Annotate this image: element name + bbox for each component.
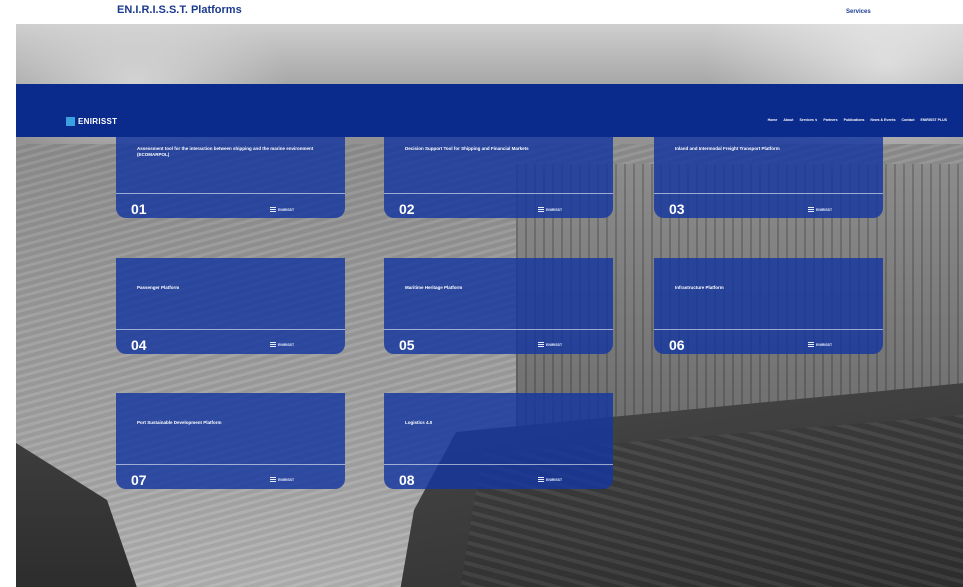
card-divider xyxy=(654,329,883,330)
nav-menu: Home About Services ∨ Partners Publicati… xyxy=(768,118,947,122)
top-bar: EN.I.R.I.S.S.T. Platforms Services xyxy=(0,0,963,24)
platform-card-05[interactable]: Maritime Heritage Platform 05 ENIRISST xyxy=(384,258,613,354)
brand-name: ENIRISST xyxy=(78,116,118,126)
platform-card-03[interactable]: Inland and Intermodal Freight Transport … xyxy=(654,137,883,218)
card-title: Port Sustainable Development Platform xyxy=(137,420,222,425)
card-logo: ENIRISST xyxy=(808,342,832,347)
page-title: EN.I.R.I.S.S.T. Platforms xyxy=(117,4,242,16)
card-number: 06 xyxy=(669,337,685,353)
card-logo-text: ENIRISST xyxy=(546,342,563,347)
card-logo: ENIRISST xyxy=(808,207,832,212)
platform-card-01[interactable]: Assessment tool for the interaction betw… xyxy=(116,137,345,218)
enirisst-mark-icon xyxy=(270,477,276,482)
enirisst-mark-icon xyxy=(538,342,544,347)
card-number: 02 xyxy=(399,201,415,217)
card-logo-text: ENIRISST xyxy=(278,342,295,347)
card-title: Infrastructure Platform xyxy=(675,285,724,290)
card-title: Logistics 4.0 xyxy=(405,420,433,425)
card-title: Assessment tool for the interaction betw… xyxy=(137,146,314,157)
enirisst-mark-icon xyxy=(538,477,544,482)
services-link[interactable]: Services xyxy=(846,9,871,15)
brand-logo[interactable]: ENIRISST xyxy=(66,116,117,126)
card-divider xyxy=(116,329,345,330)
card-divider xyxy=(384,193,613,194)
platform-card-08[interactable]: Logistics 4.0 08 ENIRISST xyxy=(384,393,613,489)
main-navbar: ENIRISST Home About Services ∨ Partners … xyxy=(16,84,963,137)
card-logo: ENIRISST xyxy=(538,342,562,347)
card-number: 05 xyxy=(399,337,415,353)
nav-services[interactable]: Services ∨ xyxy=(799,118,817,122)
platform-card-06[interactable]: Infrastructure Platform 06 ENIRISST xyxy=(654,258,883,354)
card-logo-text: ENIRISST xyxy=(278,477,295,482)
card-title: Maritime Heritage Platform xyxy=(405,285,463,290)
brand-square-icon xyxy=(66,116,75,126)
nav-contact[interactable]: Contact xyxy=(902,118,915,122)
card-logo-text: ENIRISST xyxy=(816,207,833,212)
card-divider xyxy=(384,464,613,465)
card-logo-text: ENIRISST xyxy=(816,342,833,347)
card-title: Passenger Platform xyxy=(137,285,180,290)
card-number: 04 xyxy=(131,337,147,353)
card-divider xyxy=(654,193,883,194)
card-number: 03 xyxy=(669,201,685,217)
card-logo: ENIRISST xyxy=(270,477,294,482)
platform-card-07[interactable]: Port Sustainable Development Platform 07… xyxy=(116,393,345,489)
nav-publications[interactable]: Publications xyxy=(844,118,865,122)
card-title: Inland and Intermodal Freight Transport … xyxy=(675,146,780,151)
card-number: 08 xyxy=(399,472,415,488)
card-number: 01 xyxy=(131,201,147,217)
card-logo: ENIRISST xyxy=(538,477,562,482)
card-divider xyxy=(384,329,613,330)
nav-news-events[interactable]: News & Events xyxy=(870,118,895,122)
card-logo-text: ENIRISST xyxy=(546,207,563,212)
card-logo: ENIRISST xyxy=(538,207,562,212)
card-logo: ENIRISST xyxy=(270,342,294,347)
nav-about[interactable]: About xyxy=(783,118,793,122)
card-number: 07 xyxy=(131,472,147,488)
platform-card-02[interactable]: Decision Support Tool for Shipping and F… xyxy=(384,137,613,218)
nav-home[interactable]: Home xyxy=(768,118,778,122)
enirisst-mark-icon xyxy=(270,207,276,212)
card-title: Decision Support Tool for Shipping and F… xyxy=(405,146,529,151)
card-logo-text: ENIRISST xyxy=(546,477,563,482)
enirisst-mark-icon xyxy=(808,342,814,347)
nav-enirisst-plus[interactable]: ENIRISST PLUS xyxy=(921,118,947,122)
card-divider xyxy=(116,193,345,194)
enirisst-mark-icon xyxy=(270,342,276,347)
card-divider xyxy=(116,464,345,465)
card-logo-text: ENIRISST xyxy=(278,207,295,212)
card-logo: ENIRISST xyxy=(270,207,294,212)
enirisst-mark-icon xyxy=(538,207,544,212)
enirisst-mark-icon xyxy=(808,207,814,212)
platform-card-04[interactable]: Passenger Platform 04 ENIRISST xyxy=(116,258,345,354)
nav-partners[interactable]: Partners xyxy=(823,118,837,122)
